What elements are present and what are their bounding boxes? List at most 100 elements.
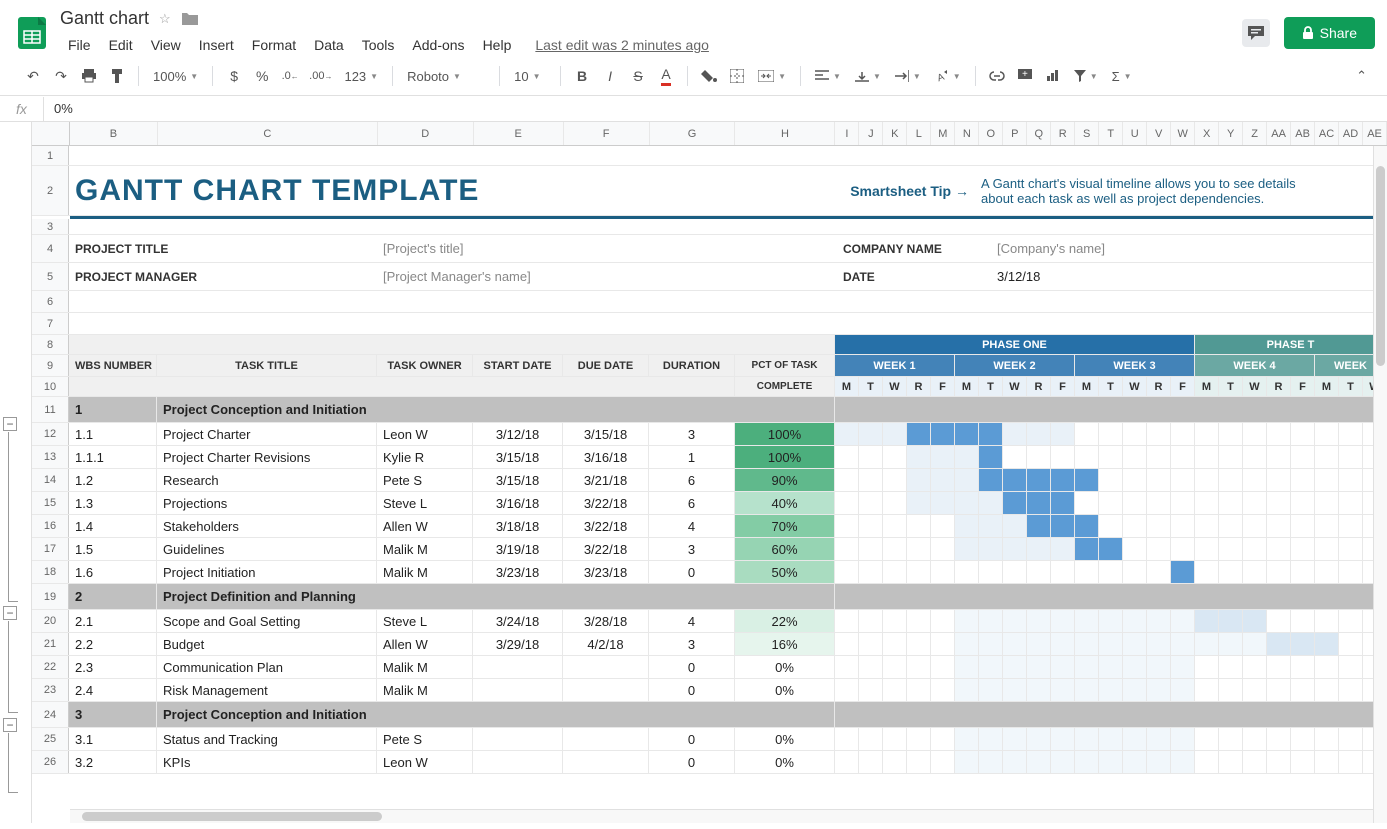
gantt-cell[interactable] — [883, 446, 907, 468]
fill-color-button[interactable] — [696, 63, 722, 89]
gantt-cell[interactable] — [979, 633, 1003, 655]
gantt-cell[interactable] — [883, 469, 907, 491]
cell[interactable]: 0 — [649, 656, 735, 678]
gantt-cell[interactable] — [859, 561, 883, 583]
gantt-cell[interactable] — [1267, 656, 1291, 678]
gantt-cell[interactable] — [1075, 446, 1099, 468]
gantt-cell[interactable] — [1027, 469, 1051, 491]
row-header-25[interactable]: 25 — [32, 728, 69, 750]
cell[interactable]: 3/12/18 — [979, 263, 1387, 290]
col-header-V[interactable]: V — [1147, 122, 1171, 145]
gantt-cell[interactable] — [1291, 561, 1315, 583]
gantt-cell[interactable] — [1147, 728, 1171, 750]
collapse-toolbar-button[interactable]: ⌃ — [1356, 68, 1367, 84]
row-header-2[interactable]: 2 — [32, 166, 69, 215]
row-header-20[interactable]: 20 — [32, 610, 69, 632]
text-color-button[interactable]: A — [653, 63, 679, 89]
gantt-cell[interactable] — [1147, 610, 1171, 632]
cell[interactable]: 3.1 — [69, 728, 157, 750]
gantt-cell[interactable] — [1219, 751, 1243, 773]
row-header-12[interactable]: 12 — [32, 423, 69, 445]
gantt-cell[interactable] — [859, 492, 883, 514]
cell[interactable]: [Project's title] — [377, 235, 835, 262]
gantt-cell[interactable] — [931, 492, 955, 514]
gantt-cell[interactable] — [1339, 515, 1363, 537]
cell[interactable]: 6 — [649, 469, 735, 491]
cell[interactable]: 1 — [69, 397, 157, 422]
menu-insert[interactable]: Insert — [191, 33, 242, 57]
gantt-cell[interactable] — [1339, 492, 1363, 514]
cell[interactable]: M — [1315, 377, 1339, 396]
cell[interactable] — [835, 397, 1387, 422]
gantt-cell[interactable] — [907, 538, 931, 560]
gantt-cell[interactable] — [859, 538, 883, 560]
gantt-cell[interactable] — [1315, 469, 1339, 491]
gantt-cell[interactable] — [859, 469, 883, 491]
italic-button[interactable]: I — [597, 63, 623, 89]
gantt-cell[interactable] — [1051, 656, 1075, 678]
gantt-cell[interactable] — [1243, 656, 1267, 678]
cell[interactable]: 16% — [735, 633, 835, 655]
gantt-cell[interactable] — [883, 515, 907, 537]
cell[interactable]: T — [1099, 377, 1123, 396]
cell[interactable]: R — [907, 377, 931, 396]
cell[interactable]: Project Charter Revisions — [157, 446, 377, 468]
cell[interactable]: 3 — [649, 423, 735, 445]
gantt-cell[interactable] — [883, 679, 907, 701]
row-header-19[interactable]: 19 — [32, 584, 69, 609]
gantt-cell[interactable] — [1075, 423, 1099, 445]
comment-button[interactable]: + — [1012, 63, 1038, 89]
cell[interactable]: COMPLETE — [735, 377, 835, 396]
gantt-cell[interactable] — [1195, 656, 1219, 678]
cell[interactable]: R — [1027, 377, 1051, 396]
gantt-cell[interactable] — [931, 679, 955, 701]
cell[interactable]: 1.3 — [69, 492, 157, 514]
cell[interactable]: 3/29/18 — [473, 633, 563, 655]
gantt-cell[interactable] — [1003, 728, 1027, 750]
cell[interactable]: PROJECT MANAGER — [69, 263, 377, 290]
gantt-cell[interactable] — [835, 492, 859, 514]
gantt-cell[interactable] — [979, 610, 1003, 632]
gantt-cell[interactable] — [1171, 538, 1195, 560]
row-header-26[interactable]: 26 — [32, 751, 69, 773]
cell[interactable]: 100% — [735, 446, 835, 468]
gantt-cell[interactable] — [1339, 423, 1363, 445]
cell[interactable]: Malik M — [377, 679, 473, 701]
gantt-cell[interactable] — [1219, 656, 1243, 678]
cell[interactable]: Projections — [157, 492, 377, 514]
cell[interactable]: 22% — [735, 610, 835, 632]
gantt-cell[interactable] — [1003, 538, 1027, 560]
gantt-cell[interactable] — [955, 469, 979, 491]
gantt-cell[interactable] — [1075, 610, 1099, 632]
cell[interactable]: WEEK 2 — [955, 355, 1075, 376]
gantt-cell[interactable] — [1027, 751, 1051, 773]
gantt-cell[interactable] — [1099, 538, 1123, 560]
gantt-cell[interactable] — [931, 538, 955, 560]
cell[interactable]: WEEK 1 — [835, 355, 955, 376]
gantt-cell[interactable] — [1147, 423, 1171, 445]
cell[interactable]: 3/16/18 — [563, 446, 649, 468]
row-header-16[interactable]: 16 — [32, 515, 69, 537]
gantt-cell[interactable] — [1027, 561, 1051, 583]
gantt-cell[interactable] — [1099, 561, 1123, 583]
gantt-cell[interactable] — [1003, 492, 1027, 514]
cell[interactable]: 0 — [649, 561, 735, 583]
gantt-cell[interactable] — [835, 679, 859, 701]
gantt-cell[interactable] — [1243, 633, 1267, 655]
col-header-G[interactable]: G — [650, 122, 736, 145]
cell[interactable]: Malik M — [377, 538, 473, 560]
gantt-cell[interactable] — [1147, 469, 1171, 491]
cell[interactable]: 3/22/18 — [563, 538, 649, 560]
col-header-AD[interactable]: AD — [1339, 122, 1363, 145]
paint-format-button[interactable] — [104, 63, 130, 89]
cell[interactable]: [Company's name] — [979, 235, 1387, 262]
gantt-cell[interactable] — [979, 728, 1003, 750]
cell[interactable] — [563, 679, 649, 701]
gantt-cell[interactable] — [1195, 515, 1219, 537]
gantt-cell[interactable] — [1291, 469, 1315, 491]
gantt-cell[interactable] — [1291, 610, 1315, 632]
gantt-cell[interactable] — [931, 610, 955, 632]
gantt-cell[interactable] — [859, 610, 883, 632]
gantt-cell[interactable] — [1315, 751, 1339, 773]
gantt-cell[interactable] — [907, 515, 931, 537]
